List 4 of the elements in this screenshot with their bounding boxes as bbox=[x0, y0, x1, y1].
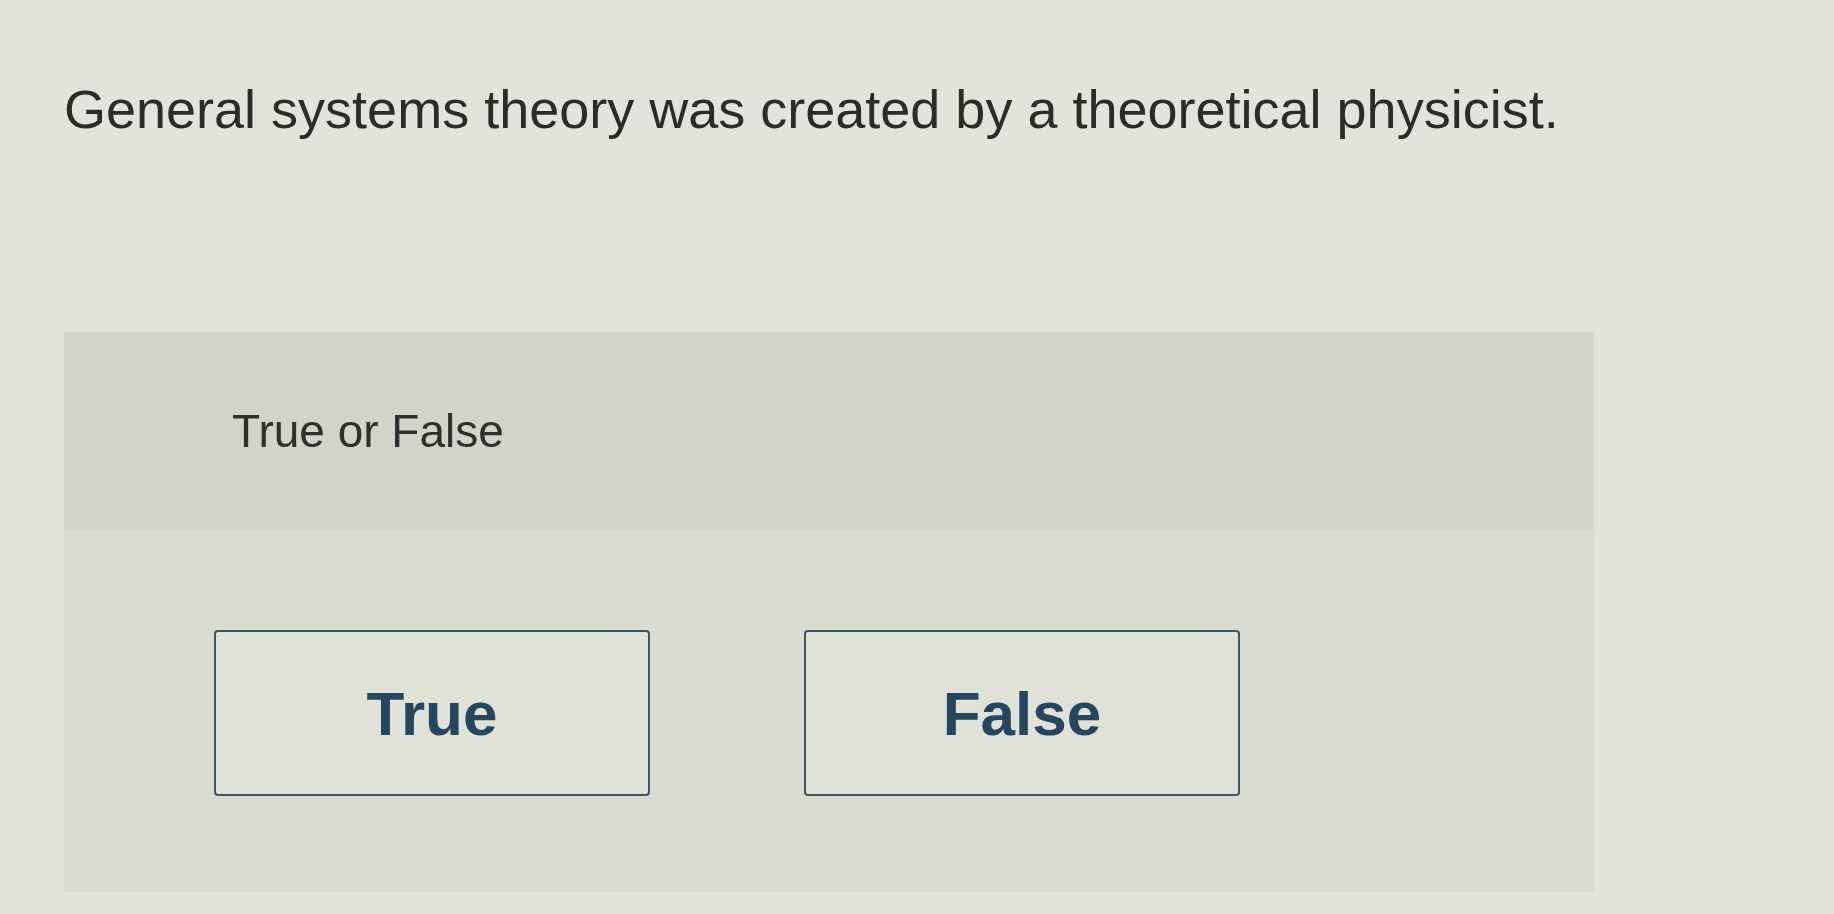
answer-button[interactable]: False bbox=[804, 630, 1240, 796]
answer-button[interactable]: True bbox=[214, 630, 650, 796]
question-text: General systems theory was created by a theoretical physicist. bbox=[64, 78, 1559, 140]
prompt-text: True or False bbox=[232, 404, 504, 458]
